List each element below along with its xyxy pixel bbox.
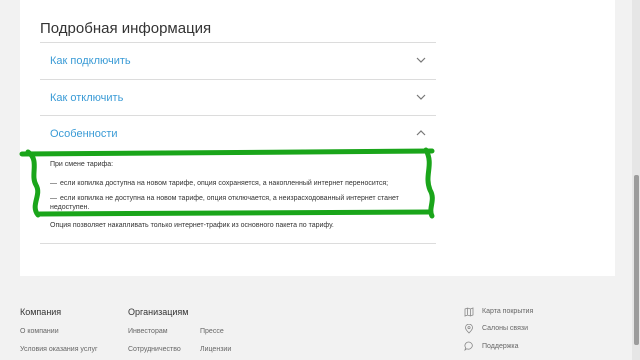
footer-link-about[interactable]: О компании [20,328,59,335]
footer-link-cooperation[interactable]: Сотрудничество [128,346,181,353]
scrollbar-thumb[interactable] [634,175,639,345]
accordion-features[interactable]: Особенности [40,115,436,152]
footer-organizations-title: Организациям [128,307,189,317]
footer-link-investors[interactable]: Инвесторам [128,328,168,335]
footer-company-title: Компания [20,307,62,317]
location-pin-icon [465,324,473,334]
accordion-label: Особенности [50,128,118,140]
accordion-how-to-connect[interactable]: Как подключить [40,42,436,79]
features-bullet: — если копилка не доступна на новом тариф… [50,194,420,212]
chevron-up-icon [416,130,426,136]
features-intro: При смене тарифа: [50,161,114,168]
footer-link-support[interactable]: Поддержка [482,343,519,350]
divider [40,243,436,244]
footer-link-coverage-map[interactable]: Карта покрытия [482,308,533,315]
bullet-dash: — [50,180,57,187]
accordion-label: Как отключить [50,92,124,104]
bullet-dash: — [50,195,57,202]
bullet-text: если копилка доступна на новом тарифе, о… [60,180,389,187]
footer-link-press[interactable]: Прессе [200,328,224,335]
footer-link-stores[interactable]: Салоны связи [482,325,528,332]
accordion-how-to-disconnect[interactable]: Как отключить [40,79,436,116]
bullet-text: если копилка не доступна на новом тарифе… [50,195,399,211]
chevron-down-icon [416,94,426,100]
footer-link-terms[interactable]: Условия оказания услуг [20,346,98,353]
features-note: Опция позволяет накапливать только интер… [50,222,334,229]
chat-icon [464,341,473,351]
footer-link-licenses[interactable]: Лицензии [200,346,231,353]
accordion-label: Как подключить [50,55,131,67]
map-icon [464,307,474,317]
chevron-down-icon [416,57,426,63]
features-bullet: — если копилка доступна на новом тарифе, … [50,179,420,188]
details-title: Подробная информация [40,20,212,37]
